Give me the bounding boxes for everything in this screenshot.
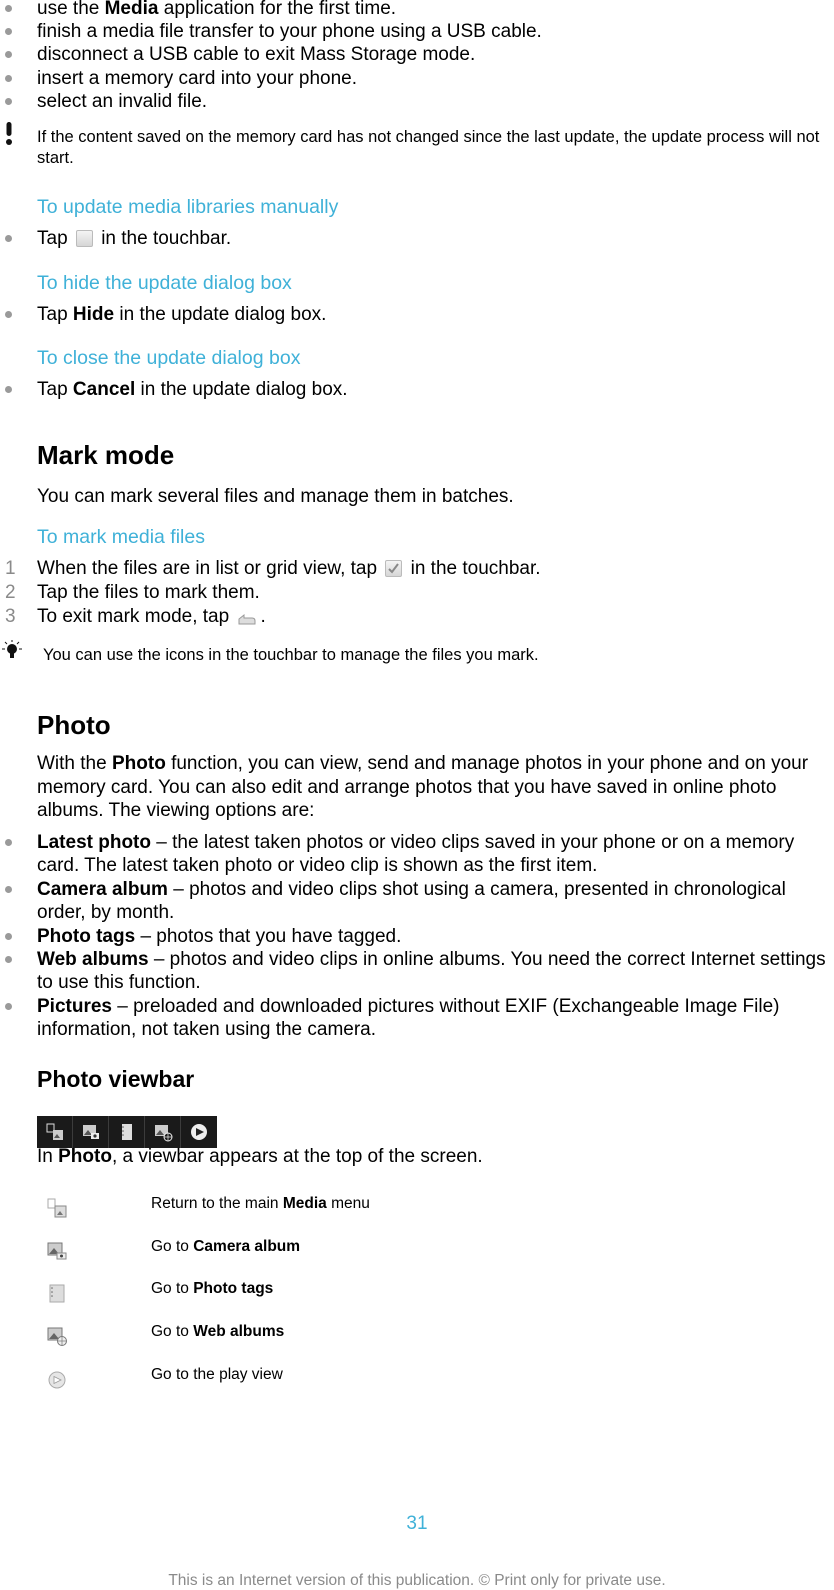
bullet-icon (5, 386, 12, 393)
bullet-icon (5, 75, 12, 82)
warning-note: If the content saved on the memory card … (37, 128, 820, 167)
photo-viewbar (37, 1116, 217, 1148)
bullet-icon (5, 28, 12, 35)
back-icon (236, 609, 258, 632)
footer-notice: This is an Internet version of this publ… (168, 1572, 666, 1589)
table-row: Go to the play view (0, 1364, 834, 1394)
table-row: Return to the main Media menu (0, 1193, 834, 1223)
web-albums-icon (46, 1325, 68, 1347)
bullet-icon (5, 51, 12, 58)
table-row: Go to Photo tags (0, 1278, 834, 1308)
section-title-mark-mode: Mark mode (37, 440, 175, 470)
bullet-icon (5, 98, 12, 105)
task-heading-close-dialog: To close the update dialog box (37, 347, 301, 369)
bullet-icon (5, 1003, 12, 1010)
photo-tags-icon[interactable] (109, 1116, 145, 1148)
photo-intro: With the Photo function, you can view, s… (37, 753, 809, 821)
table-row: Go to Camera album (0, 1236, 834, 1266)
camera-album-icon[interactable] (73, 1116, 109, 1148)
media-menu-icon[interactable] (37, 1116, 73, 1148)
bullet-icon (5, 839, 12, 846)
mark-mode-intro: You can mark several files and manage th… (37, 486, 514, 507)
play-icon[interactable] (181, 1116, 217, 1148)
bullet-icon (5, 311, 12, 318)
bullet-icon (5, 956, 12, 963)
bullet-icon (5, 235, 12, 242)
task-heading-update-manually: To update media libraries manually (37, 196, 339, 218)
viewbar-description: In Photo, a viewbar appears at the top o… (37, 1146, 483, 1167)
play-icon (46, 1368, 68, 1390)
bullet-icon (5, 5, 12, 12)
page-number: 31 (406, 1513, 428, 1534)
tip-note: You can use the icons in the touchbar to… (43, 646, 539, 664)
update-library-icon (75, 230, 93, 247)
task-heading-mark-files: To mark media files (37, 526, 205, 548)
photo-tags-icon (46, 1282, 68, 1304)
mark-checkbox-icon (385, 560, 403, 577)
bullet-icon (5, 886, 12, 893)
table-row: Go to Web albums (0, 1321, 834, 1351)
section-title-photo-viewbar: Photo viewbar (37, 1066, 195, 1092)
section-title-photo: Photo (37, 710, 111, 740)
warning-icon (4, 121, 14, 153)
camera-album-icon (46, 1240, 68, 1262)
web-albums-icon[interactable] (145, 1116, 181, 1148)
tip-icon (0, 639, 24, 663)
bullet-icon (5, 933, 12, 940)
media-menu-icon (46, 1197, 68, 1219)
task-heading-hide-dialog: To hide the update dialog box (37, 272, 292, 294)
